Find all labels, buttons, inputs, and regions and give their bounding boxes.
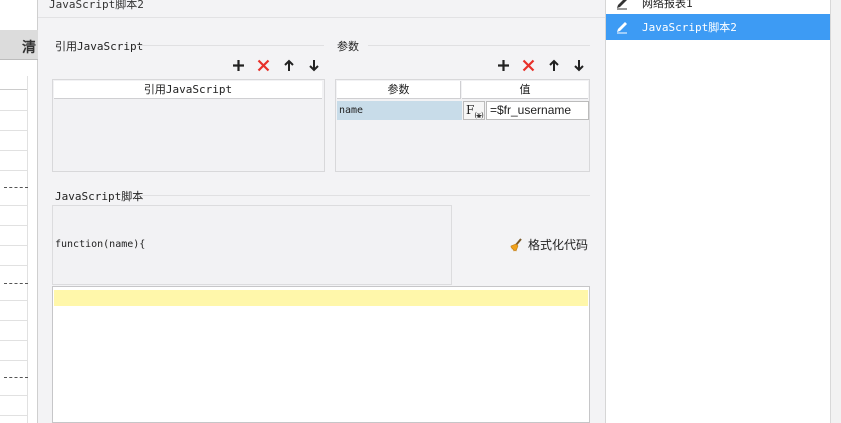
- function-signature: function(name){: [55, 239, 146, 250]
- dialog-title: JavaScript脚本2: [49, 0, 144, 11]
- sheet-dashed-line: [4, 283, 28, 284]
- param-delete-button[interactable]: [519, 56, 538, 74]
- move-up-icon: [548, 59, 559, 71]
- current-line-highlight: [54, 290, 588, 306]
- formula-button[interactable]: F(x): [463, 101, 485, 120]
- function-signature-box: function(name){: [52, 205, 452, 285]
- sidebar-item-label: 网络报表1: [642, 0, 693, 10]
- section-divider: [138, 195, 590, 196]
- sheet-row-line: [0, 110, 28, 111]
- sheet-cell: [0, 76, 28, 90]
- pencil-icon: [610, 18, 634, 36]
- sheet-row-line: [0, 205, 28, 206]
- param-value-cell[interactable]: =$fr_username: [486, 101, 589, 120]
- params-column-header-value: 值: [462, 81, 588, 99]
- ref-js-delete-button[interactable]: [254, 56, 273, 74]
- ref-js-section-label: 引用JavaScript: [55, 40, 144, 53]
- ref-js-column-header: 引用JavaScript: [54, 81, 322, 99]
- sheet-row-line: [0, 320, 28, 321]
- params-toolbar: [494, 56, 588, 74]
- format-code-button[interactable]: 格式化代码: [508, 236, 588, 253]
- sheet-column-line: [27, 76, 28, 423]
- sidebar-item-javascript-script[interactable]: JavaScript脚本2: [606, 14, 831, 40]
- add-icon: [498, 59, 509, 71]
- sidebar-item-label: JavaScript脚本2: [642, 21, 737, 34]
- param-name-cell[interactable]: name: [337, 101, 462, 120]
- params-column-header-name: 参数: [337, 81, 461, 99]
- sheet-row-line: [0, 245, 28, 246]
- scrollbar[interactable]: [830, 0, 841, 423]
- chevron-down-icon: [476, 115, 482, 118]
- move-down-icon: [308, 59, 319, 71]
- sheet-row-line: [0, 360, 28, 361]
- sidebar: 网络报表1 JavaScript脚本2: [605, 0, 831, 423]
- sheet-dashed-line: [4, 187, 28, 188]
- add-icon: [233, 59, 244, 71]
- params-section-label: 参数: [337, 40, 359, 53]
- sheet-dashed-line: [4, 377, 28, 378]
- sheet-row-line: [0, 340, 28, 341]
- script-editor[interactable]: [52, 286, 590, 423]
- sheet-row-line: [0, 225, 28, 226]
- sheet-header-text: 清: [22, 40, 36, 56]
- sheet-row-line: [0, 265, 28, 266]
- format-code-label: 格式化代码: [528, 238, 589, 252]
- ref-js-toolbar: [229, 56, 323, 74]
- broom-icon: [510, 237, 522, 252]
- params-table: 参数 值 name F(x) =$fr_username: [335, 79, 590, 172]
- dialog-title-bar: JavaScript脚本2: [38, 0, 605, 18]
- table-row: name F(x) =$fr_username: [337, 101, 589, 120]
- delete-icon: [522, 59, 535, 71]
- delete-icon: [257, 59, 270, 71]
- ref-js-move-up-button[interactable]: [279, 56, 298, 74]
- sheet-header: 清: [0, 30, 38, 60]
- param-move-up-button[interactable]: [544, 56, 563, 74]
- sheet-row-line: [0, 150, 28, 151]
- section-divider: [138, 45, 324, 46]
- script-section-label: JavaScript脚本: [55, 190, 144, 203]
- javascript-dialog: JavaScript脚本2 引用JavaScript 引用JavaScript …: [38, 0, 605, 423]
- ref-js-move-down-button[interactable]: [304, 56, 323, 74]
- move-up-icon: [283, 59, 294, 71]
- sheet-row-line: [0, 170, 28, 171]
- move-down-icon: [573, 59, 584, 71]
- ref-js-add-button[interactable]: [229, 56, 248, 74]
- ref-js-list[interactable]: 引用JavaScript: [52, 79, 325, 172]
- param-move-down-button[interactable]: [569, 56, 588, 74]
- sheet-row-line: [0, 300, 28, 301]
- param-add-button[interactable]: [494, 56, 513, 74]
- pencil-icon: [610, 0, 634, 12]
- sheet-row-line: [0, 415, 28, 416]
- background-spreadsheet: 清: [0, 0, 38, 423]
- sheet-row-line: [0, 395, 28, 396]
- section-divider: [368, 45, 590, 46]
- sheet-row-line: [0, 130, 28, 131]
